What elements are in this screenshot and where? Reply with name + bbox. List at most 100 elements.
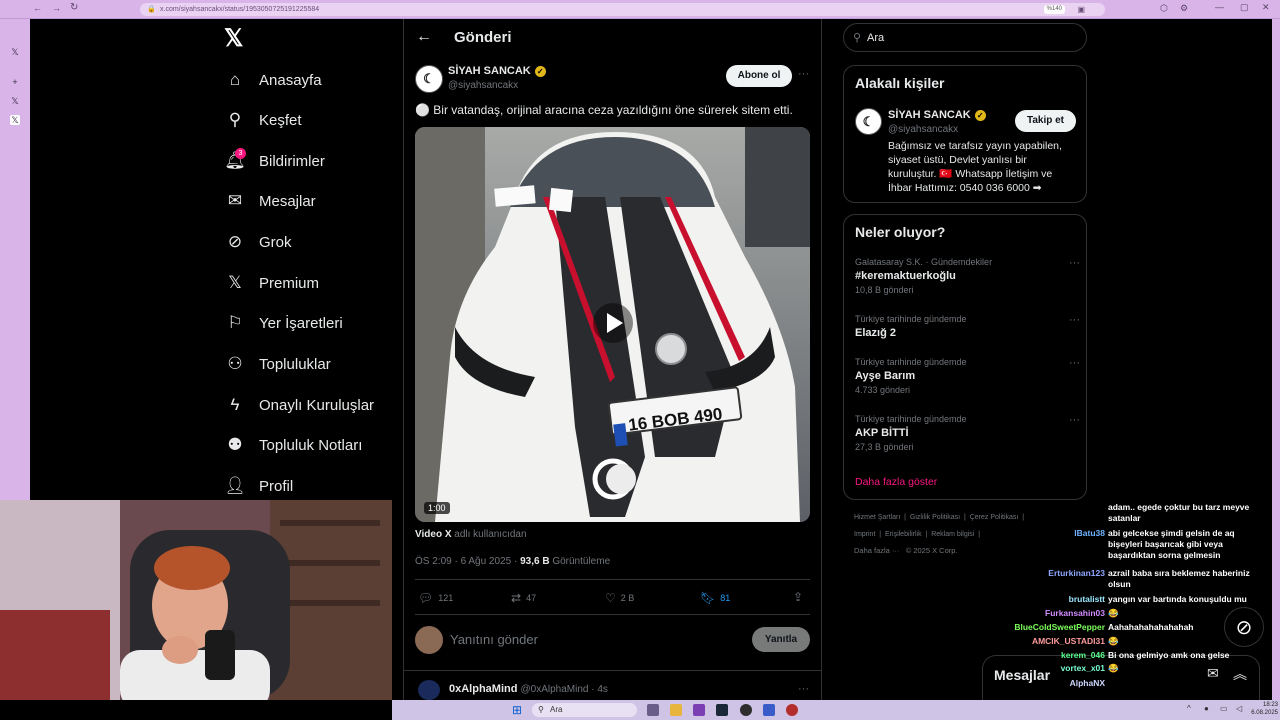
chat-text: 😂 bbox=[1108, 608, 1119, 618]
chat-username: kerem_046 bbox=[1061, 650, 1105, 660]
related-name[interactable]: SİYAH SANCAK ✓ bbox=[888, 109, 986, 121]
footer-link-privacy[interactable]: Gizlilik Politikası bbox=[910, 514, 960, 521]
video-duration: 1:00 bbox=[424, 502, 450, 514]
repost-button[interactable]: ⇄ 47 bbox=[511, 591, 536, 605]
search-input[interactable]: ⚲ Ara bbox=[843, 23, 1087, 52]
reply-submit-button[interactable]: Yanıtla bbox=[752, 627, 810, 652]
bookmark-filled-icon: 🔖︎ bbox=[700, 591, 716, 605]
new-tab-icon[interactable]: + bbox=[10, 77, 20, 87]
more-options-icon[interactable]: ··· bbox=[798, 68, 809, 80]
browser-icon[interactable] bbox=[786, 704, 798, 716]
maximize-icon[interactable]: ▢ bbox=[1240, 2, 1249, 13]
footer-link-imprint[interactable]: Imprint bbox=[854, 531, 875, 538]
more-options-icon[interactable]: ··· bbox=[1069, 257, 1080, 269]
nav-item-grok[interactable]: ⊘ Grok bbox=[225, 227, 292, 257]
windows-start-icon[interactable]: ⊞ bbox=[512, 703, 522, 717]
reply-avatar[interactable] bbox=[418, 680, 440, 700]
follow-button[interactable]: Takip et bbox=[1015, 110, 1076, 132]
next-reply-name[interactable]: 0xAlphaMind bbox=[449, 683, 517, 695]
close-icon[interactable]: ✕ bbox=[1262, 2, 1270, 13]
x-tab-icon[interactable]: 𝕏 bbox=[10, 47, 20, 57]
file-explorer-icon[interactable] bbox=[670, 704, 682, 716]
nav-item-home[interactable]: ⌂ Anasayfa bbox=[225, 65, 322, 95]
author-handle[interactable]: @siyahsancakx bbox=[448, 80, 518, 91]
steam-icon[interactable] bbox=[716, 704, 728, 716]
webcam-overlay bbox=[0, 500, 392, 700]
app-icon[interactable] bbox=[763, 704, 775, 716]
more-options-icon[interactable]: ··· bbox=[1069, 357, 1080, 369]
nav-label: Yer İşaretleri bbox=[259, 314, 343, 332]
bookmark-icon: ⚐ bbox=[227, 313, 243, 332]
more-options-icon[interactable]: ··· bbox=[798, 683, 809, 695]
app-icon[interactable] bbox=[693, 704, 705, 716]
task-view-icon[interactable] bbox=[647, 704, 659, 716]
subscribe-button[interactable]: Abone ol bbox=[726, 65, 792, 87]
avatar[interactable]: ☾ bbox=[415, 65, 443, 93]
trend-item[interactable]: Galatasaray S.K. · Gündemdekiler #kerema… bbox=[855, 257, 1080, 295]
nav-item-messages[interactable]: ✉ Mesajlar bbox=[225, 186, 316, 216]
chat-username: brutalistt bbox=[1068, 594, 1105, 604]
back-icon[interactable]: ← bbox=[33, 3, 42, 13]
nav-item-bookmarks[interactable]: ⚐ Yer İşaretleri bbox=[225, 308, 343, 338]
nav-item-explore[interactable]: ⚲ Keşfet bbox=[225, 105, 302, 135]
forward-icon[interactable]: → bbox=[52, 3, 61, 13]
footer-more-link[interactable]: Daha fazla ··· bbox=[854, 546, 899, 555]
chat-text: Bi ona gelmiyo amk ona gelse bbox=[1108, 650, 1230, 660]
reload-icon[interactable]: ↻ bbox=[70, 2, 78, 13]
trend-category: Türkiye tarihinde gündemde bbox=[855, 314, 967, 324]
microphone-icon[interactable]: ● bbox=[1204, 704, 1209, 713]
minimize-icon[interactable]: — bbox=[1215, 2, 1224, 12]
nav-label: Grok bbox=[259, 233, 292, 251]
show-more-link[interactable]: Daha fazla göster bbox=[855, 476, 937, 488]
nav-item-profile[interactable]: 👤︎ Profil bbox=[224, 471, 293, 501]
nav-item-verified-orgs[interactable]: ϟ Onaylı Kuruluşlar bbox=[225, 390, 375, 420]
reader-icon[interactable]: ▣ bbox=[1077, 3, 1085, 16]
community-notes-icon: ⚉ bbox=[227, 435, 243, 454]
trend-item[interactable]: Türkiye tarihinde gündemde Elazığ 2 ··· bbox=[855, 314, 1080, 339]
extensions-icon[interactable]: ⬡ bbox=[1160, 3, 1168, 14]
author-name[interactable]: SİYAH SANCAK ✓ bbox=[448, 65, 546, 77]
bookmark-button[interactable]: 🔖︎ 81 bbox=[700, 591, 730, 605]
video-source-name[interactable]: Video X bbox=[415, 529, 452, 540]
address-bar[interactable]: 🔒 x.com/siyahsancakx/status/195305072519… bbox=[140, 3, 1105, 16]
like-button[interactable]: ♡ 2 B bbox=[605, 591, 634, 605]
footer-link-ads-info[interactable]: Reklam bilgisi bbox=[931, 531, 974, 538]
verified-badge-icon: ✓ bbox=[534, 65, 546, 77]
settings-icon[interactable]: ⚙ bbox=[1180, 3, 1188, 14]
obs-icon[interactable] bbox=[740, 704, 752, 716]
nav-item-communities[interactable]: ⚇ Topluluklar bbox=[225, 349, 330, 379]
chat-text: azrail baba sıra beklemez haberiniz olsu… bbox=[1108, 568, 1250, 589]
search-value: Ara bbox=[867, 32, 885, 44]
clock[interactable]: 18:23 6.08.2025 bbox=[1251, 701, 1278, 717]
current-user-avatar[interactable] bbox=[415, 626, 443, 654]
x-tab-icon-active[interactable]: 𝕏 bbox=[10, 115, 20, 125]
share-icon[interactable]: ⇪ bbox=[793, 590, 803, 604]
more-options-icon[interactable]: ··· bbox=[1069, 314, 1080, 326]
volume-icon[interactable]: ◁ bbox=[1236, 704, 1242, 713]
post-video[interactable]: 16 BOB 490 1:00 bbox=[415, 127, 810, 522]
trend-count: 4.733 gönderi bbox=[855, 385, 911, 395]
trend-item[interactable]: Türkiye tarihinde gündemde Ayşe Barım 4.… bbox=[855, 357, 1080, 395]
reply-button[interactable]: 💬︎ 121 bbox=[418, 591, 453, 605]
nav-item-premium[interactable]: 𝕏 Premium bbox=[225, 268, 319, 298]
more-options-icon[interactable]: ··· bbox=[1069, 414, 1080, 426]
chevron-up-icon[interactable]: ^ bbox=[1187, 704, 1191, 713]
post-views-label: Görüntüleme bbox=[552, 556, 611, 567]
network-icon[interactable]: ▭ bbox=[1220, 704, 1228, 713]
streamer-webcam-image bbox=[0, 500, 392, 700]
avatar[interactable]: ☾ bbox=[855, 108, 882, 135]
scrollbar[interactable] bbox=[1272, 19, 1280, 700]
footer-link-terms[interactable]: Hizmet Şartları bbox=[854, 514, 900, 521]
video-source-rest: adlı kullanıcıdan bbox=[454, 529, 527, 540]
trend-item[interactable]: Türkiye tarihinde gündemde AKP BİTTİ 27,… bbox=[855, 414, 1080, 452]
nav-label: Anasayfa bbox=[259, 71, 322, 89]
footer-link-accessibility[interactable]: Erişilebilirlik bbox=[885, 531, 922, 538]
nav-item-community-notes[interactable]: ⚉ Topluluk Notları bbox=[225, 430, 362, 460]
zoom-badge[interactable]: %140 bbox=[1043, 5, 1065, 14]
taskbar-search[interactable]: ⚲ Ara bbox=[532, 703, 637, 717]
back-arrow-icon[interactable]: ← bbox=[416, 28, 432, 46]
x-tab-icon[interactable]: 𝕏 bbox=[10, 96, 20, 106]
post-timestamp[interactable]: ÖS 2:09 · 6 Ağu 2025 · bbox=[415, 556, 520, 567]
reply-input[interactable]: Yanıtını gönder bbox=[450, 632, 538, 647]
related-handle[interactable]: @siyahsancakx bbox=[888, 124, 958, 135]
